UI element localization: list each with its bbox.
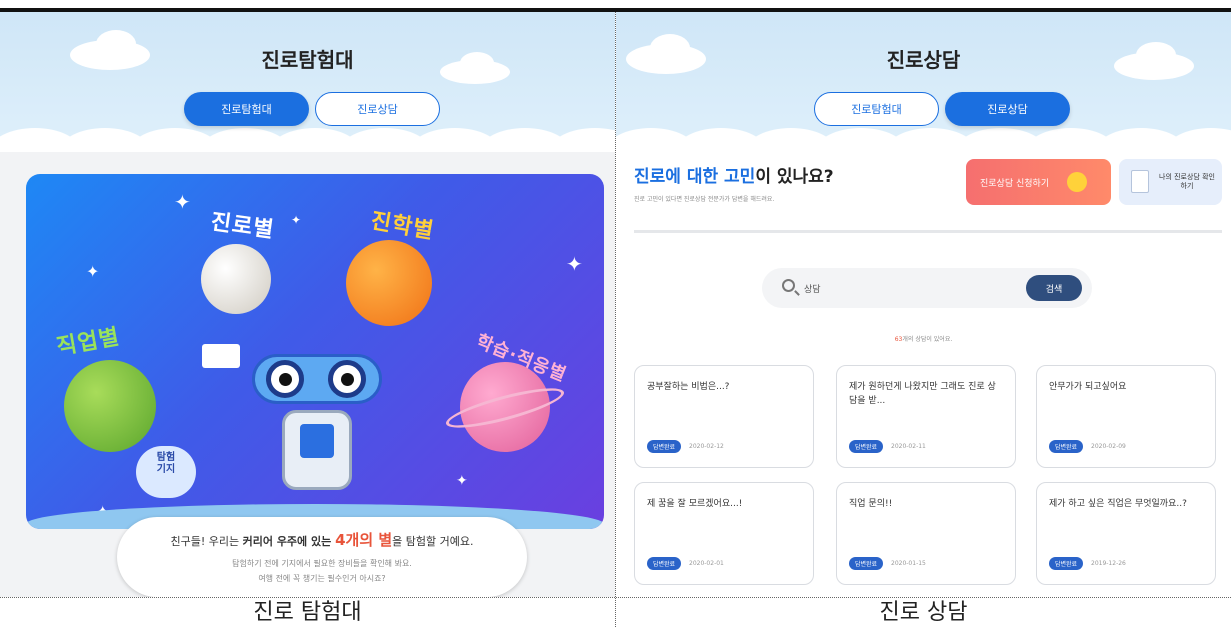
tab-career-counsel[interactable]: 진로상담 bbox=[945, 92, 1070, 126]
intro-line-3: 여행 전에 꼭 챙기는 필수인거 아시죠? bbox=[258, 574, 386, 583]
sky-header: 진로상담 진로탐험대 진로상담 bbox=[616, 12, 1231, 152]
tab-group: 진로탐험대 진로상담 bbox=[814, 92, 1070, 126]
pointer-hand-icon bbox=[1067, 172, 1087, 192]
intro-line-2: 탐험하기 전에 기지에서 필요한 장비들을 확인해 봐요. bbox=[232, 559, 412, 568]
search-icon bbox=[782, 279, 795, 292]
card-title: 공부잘하는 비법은...? bbox=[647, 382, 730, 392]
flag-icon bbox=[202, 344, 240, 368]
counsel-heading: 진로에 대한 고민이 있나요? bbox=[634, 167, 834, 187]
star-icon: ✦ bbox=[456, 473, 468, 489]
page-root: 진로탐험대 진로탐험대 진로상담 ✦ ✦ ✦ ✦ ✦ ✦ 진로별 진학별 직업별… bbox=[0, 0, 1231, 627]
tab-career-explorer[interactable]: 진로탐험대 bbox=[814, 92, 939, 126]
planet-label-advancement[interactable]: 진학별 bbox=[369, 203, 437, 246]
card-title: 안무가가 되고싶어요 bbox=[1049, 382, 1127, 392]
base-label: 탐험 기지 bbox=[156, 452, 176, 475]
card-date: 2020-02-09 bbox=[1091, 443, 1126, 450]
status-badge: 답변완료 bbox=[849, 440, 883, 453]
search-button[interactable]: 검색 bbox=[1026, 275, 1082, 301]
career-planet[interactable] bbox=[201, 244, 271, 314]
card-title: 제 꿈을 잘 모르겠어요...! bbox=[647, 499, 743, 509]
astronaut-robot-mascot bbox=[252, 324, 392, 509]
counsel-card[interactable]: 제가 원하던게 나왔지만 그래도 진로 상담을 받... 답변완료 2020-02… bbox=[836, 365, 1016, 468]
career-explorer-panel: 진로탐험대 진로탐험대 진로상담 ✦ ✦ ✦ ✦ ✦ ✦ 진로별 진학별 직업별… bbox=[0, 12, 615, 597]
counsel-card[interactable]: 안무가가 되고싶어요 답변완료 2020-02-09 bbox=[1036, 365, 1216, 468]
section-divider bbox=[634, 230, 1222, 233]
card-date: 2020-02-12 bbox=[689, 443, 724, 450]
result-count: 63개의 상담이 있어요. bbox=[894, 336, 953, 343]
counsel-card[interactable]: 제가 하고 싶은 직업은 무엇일까요..? 답변완료 2019-12-26 bbox=[1036, 482, 1216, 585]
card-date: 2019-12-26 bbox=[1091, 560, 1126, 567]
intro-line-1: 친구들! 우리는 커리어 우주에 있는 4개의 별을 탐험할 거예요. bbox=[170, 531, 474, 549]
cloud-wave bbox=[616, 124, 1231, 152]
counsel-card[interactable]: 공부잘하는 비법은...? 답변완료 2020-02-12 bbox=[634, 365, 814, 468]
counsel-card[interactable]: 직업 문의!! 답변완료 2020-01-15 bbox=[836, 482, 1016, 585]
planet-label-job[interactable]: 직업별 bbox=[54, 319, 122, 362]
apply-counsel-button[interactable]: 진로상담 신청하기 bbox=[966, 159, 1111, 205]
document-icon bbox=[1131, 170, 1149, 193]
space-hero-banner: ✦ ✦ ✦ ✦ ✦ ✦ 진로별 진학별 직업별 학습·적응별 탐험 기지 bbox=[26, 174, 604, 529]
status-badge: 답변완료 bbox=[1049, 440, 1083, 453]
card-date: 2020-02-01 bbox=[689, 560, 724, 567]
star-icon: ✦ bbox=[566, 252, 583, 276]
status-badge: 답변완료 bbox=[647, 440, 681, 453]
tab-career-counsel[interactable]: 진로상담 bbox=[315, 92, 440, 126]
caption-career-explorer: 진로 탐험대 bbox=[253, 600, 362, 625]
my-counsel-label: 나의 진로상담 확인하기 bbox=[1159, 173, 1215, 190]
advancement-planet[interactable] bbox=[346, 240, 432, 326]
card-date: 2020-01-15 bbox=[891, 560, 926, 567]
card-title: 제가 하고 싶은 직업은 무엇일까요..? bbox=[1049, 499, 1187, 509]
apply-counsel-label: 진로상담 신청하기 bbox=[980, 178, 1050, 189]
status-badge: 답변완료 bbox=[849, 557, 883, 570]
caption-career-counsel: 진로 상담 bbox=[879, 600, 968, 625]
tab-group: 진로탐험대 진로상담 bbox=[184, 92, 440, 126]
search-bar: 검색 bbox=[762, 268, 1092, 308]
job-planet[interactable] bbox=[64, 360, 156, 452]
star-icon: ✦ bbox=[174, 190, 191, 214]
tab-career-explorer[interactable]: 진로탐험대 bbox=[184, 92, 309, 126]
page-title: 진로탐험대 bbox=[261, 48, 354, 72]
sky-header: 진로탐험대 진로탐험대 진로상담 bbox=[0, 12, 615, 152]
star-icon: ✦ bbox=[86, 262, 100, 281]
intro-speech-bubble: 친구들! 우리는 커리어 우주에 있는 4개의 별을 탐험할 거예요. 탐험하기… bbox=[117, 517, 527, 597]
planet-label-career[interactable]: 진로별 bbox=[209, 204, 277, 245]
career-counsel-panel: 진로상담 진로탐험대 진로상담 진로에 대한 고민이 있나요? 진로 고민이 있… bbox=[616, 12, 1231, 597]
card-date: 2020-02-11 bbox=[891, 443, 926, 450]
status-badge: 답변완료 bbox=[647, 557, 681, 570]
card-title: 직업 문의!! bbox=[849, 499, 893, 509]
card-title: 제가 원하던게 나왔지만 그래도 진로 상담을 받... bbox=[849, 382, 996, 406]
star-icon: ✦ bbox=[291, 213, 302, 227]
cloud-wave bbox=[0, 124, 615, 152]
counsel-card[interactable]: 제 꿈을 잘 모르겠어요...! 답변완료 2020-02-01 bbox=[634, 482, 814, 585]
page-title: 진로상담 bbox=[886, 48, 961, 72]
my-counsel-button[interactable]: 나의 진로상담 확인하기 bbox=[1119, 159, 1222, 205]
search-input[interactable] bbox=[804, 278, 1004, 298]
counsel-subtext: 진로 고민이 있다면 진로상담 전문가가 답변을 해드려요. bbox=[634, 196, 775, 203]
status-badge: 답변완료 bbox=[1049, 557, 1083, 570]
